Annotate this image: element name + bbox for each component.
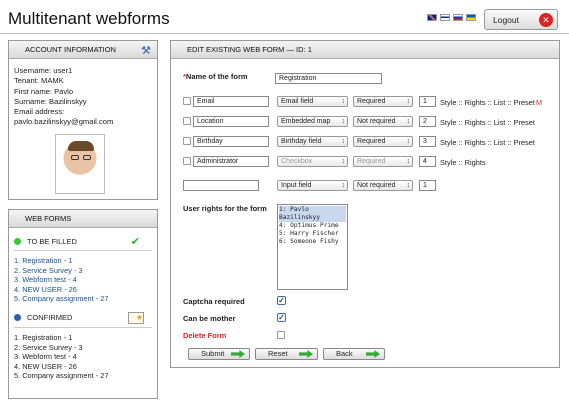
list-item[interactable]: 5. Company assignment - 27: [14, 294, 152, 304]
field-name-input[interactable]: Email: [193, 96, 269, 107]
list-item[interactable]: 3. Webform test - 4: [14, 275, 152, 285]
delete-form-label: Delete Form: [183, 331, 227, 340]
first-name-text: First name: Pavlo: [14, 86, 74, 96]
field-name-input[interactable]: Birthday: [193, 136, 269, 147]
uk-flag-icon[interactable]: [427, 14, 437, 21]
submit-button[interactable]: Submit: [188, 348, 250, 360]
list-item[interactable]: 1. Registration - 1: [14, 256, 152, 266]
green-dot-icon: [14, 237, 21, 245]
field-checkbox[interactable]: [183, 117, 191, 125]
list-item: 4. NEW USER - 26: [14, 361, 77, 371]
app-title: Multitenant webforms: [8, 9, 170, 28]
section-divider: [14, 250, 152, 251]
required-select[interactable]: Required: [353, 96, 413, 107]
blue-dot-icon: [14, 314, 21, 322]
finland-flag-icon[interactable]: [440, 14, 450, 21]
user-option[interactable]: 6: Someone Fishy: [279, 238, 346, 246]
arrow-right-icon: [231, 350, 245, 358]
order-input[interactable]: 4: [419, 156, 436, 167]
header-divider: [0, 33, 569, 34]
section-divider: [14, 326, 152, 328]
account-panel-header: ACCOUNT INFORMATION: [9, 41, 157, 59]
field-links[interactable]: Style :: Rights :: List :: Preset: [440, 98, 535, 107]
user-option[interactable]: 1: Pavlo Bazilinskyy: [279, 206, 346, 222]
form-name-input[interactable]: Registration: [275, 73, 382, 84]
new-field-required-select[interactable]: Not required: [353, 180, 413, 191]
field-checkbox[interactable]: [183, 157, 191, 165]
captcha-label: Captcha required: [183, 297, 245, 306]
arrow-right-icon: [299, 350, 313, 358]
list-item[interactable]: 4. NEW USER - 26: [14, 285, 152, 295]
user-option[interactable]: 4: Optimus Prime: [279, 222, 346, 230]
confirmed-list: 1. Registration - 1 2. Service Survey - …: [14, 333, 152, 381]
list-item[interactable]: 2. Service Survey - 3: [14, 266, 152, 276]
list-item: 3. Webform test - 4: [14, 352, 77, 362]
required-select[interactable]: Not required: [353, 116, 413, 127]
user-option[interactable]: 5: Harry Fischer: [279, 230, 346, 238]
list-item: 1. Registration - 1: [14, 332, 73, 342]
language-flags: [427, 14, 476, 21]
field-name-input[interactable]: Location: [193, 116, 269, 127]
new-field-order-input[interactable]: 1: [419, 180, 436, 191]
logout-button[interactable]: Logout ✕: [484, 9, 558, 30]
account-info: Username: user1 Tenant: MAMK First name:…: [9, 59, 157, 135]
required-select: Required: [353, 156, 413, 167]
field-type-select[interactable]: Birthday field: [277, 136, 348, 147]
new-field-name-input[interactable]: [183, 180, 259, 191]
webforms-panel: WEB FORMS TO BE FILLED ✔ 1. Registration …: [8, 209, 158, 399]
account-panel: ACCOUNT INFORMATION ⚒ Username: user1 Te…: [8, 40, 158, 200]
field-type-select: Checkbox: [277, 156, 348, 167]
list-item: 5. Company assignment - 27: [14, 371, 109, 381]
user-rights-listbox[interactable]: 1: Pavlo Bazilinskyy 4: Optimus Prime 5:…: [277, 204, 348, 290]
reset-label: Reset: [268, 349, 288, 358]
order-input[interactable]: 3: [419, 136, 436, 147]
email-text: pavlo.bazilinskyy@gmail.com: [14, 117, 114, 127]
tenant-text: Tenant: MAMK: [14, 76, 64, 86]
checkmark-icon: ✔: [130, 235, 140, 248]
delete-form-checkbox[interactable]: [277, 331, 285, 339]
user-rights-label: User rights for the form: [183, 204, 267, 213]
confirmed-section: CONFIRMED ★: [14, 311, 152, 325]
field-checkbox[interactable]: [183, 97, 191, 105]
can-be-mother-label: Can be mother: [183, 314, 236, 323]
back-label: Back: [336, 349, 353, 358]
username-text: Username: user1: [14, 66, 73, 75]
submit-label: Submit: [201, 349, 225, 358]
tools-icon: ⚒: [141, 45, 151, 57]
edit-form-panel: EDIT EXISTING WEB FORM — ID: 1 *Name of …: [170, 40, 560, 368]
to-be-filled-list: 1. Registration - 1 2. Service Survey - …: [14, 256, 152, 304]
logout-icon: ✕: [539, 13, 553, 27]
arrow-right-icon: [366, 350, 380, 358]
list-item: 2. Service Survey - 3: [14, 342, 83, 352]
email-label: Email address:: [14, 107, 65, 117]
field-extra-marker: M: [536, 98, 543, 107]
field-type-select[interactable]: Embedded map: [277, 116, 348, 127]
reset-button[interactable]: Reset: [255, 348, 318, 360]
field-links[interactable]: Style :: Rights :: List :: Preset: [440, 138, 535, 147]
can-be-mother-checkbox[interactable]: ✓: [277, 313, 286, 322]
certificate-icon: ★: [128, 311, 144, 324]
webforms-panel-header: WEB FORMS: [9, 210, 157, 228]
required-select[interactable]: Required: [353, 136, 413, 147]
order-input[interactable]: 2: [419, 116, 436, 127]
back-button[interactable]: Back: [323, 348, 385, 360]
new-field-type-select[interactable]: Input field: [277, 180, 348, 191]
avatar: [55, 134, 105, 194]
ukraine-flag-icon[interactable]: [466, 14, 476, 21]
edit-panel-header: EDIT EXISTING WEB FORM — ID: 1: [171, 41, 559, 59]
russia-flag-icon[interactable]: [453, 14, 463, 21]
field-checkbox[interactable]: [183, 137, 191, 145]
surname-text: Surname: Bazilinskyy: [14, 96, 87, 106]
field-name-input[interactable]: Administrator: [193, 156, 269, 167]
field-links[interactable]: Style :: Rights: [440, 158, 486, 167]
logout-label: Logout: [493, 14, 519, 25]
confirmed-title: CONFIRMED: [27, 313, 73, 323]
field-links[interactable]: Style :: Rights :: List :: Preset: [440, 118, 535, 127]
to-be-filled-section: TO BE FILLED ✔: [14, 234, 152, 248]
form-name-label: *Name of the form: [183, 72, 248, 81]
field-type-select[interactable]: Email field: [277, 96, 348, 107]
order-input[interactable]: 1: [419, 96, 436, 107]
to-be-filled-title: TO BE FILLED: [27, 236, 77, 246]
captcha-checkbox[interactable]: ✓: [277, 296, 286, 305]
